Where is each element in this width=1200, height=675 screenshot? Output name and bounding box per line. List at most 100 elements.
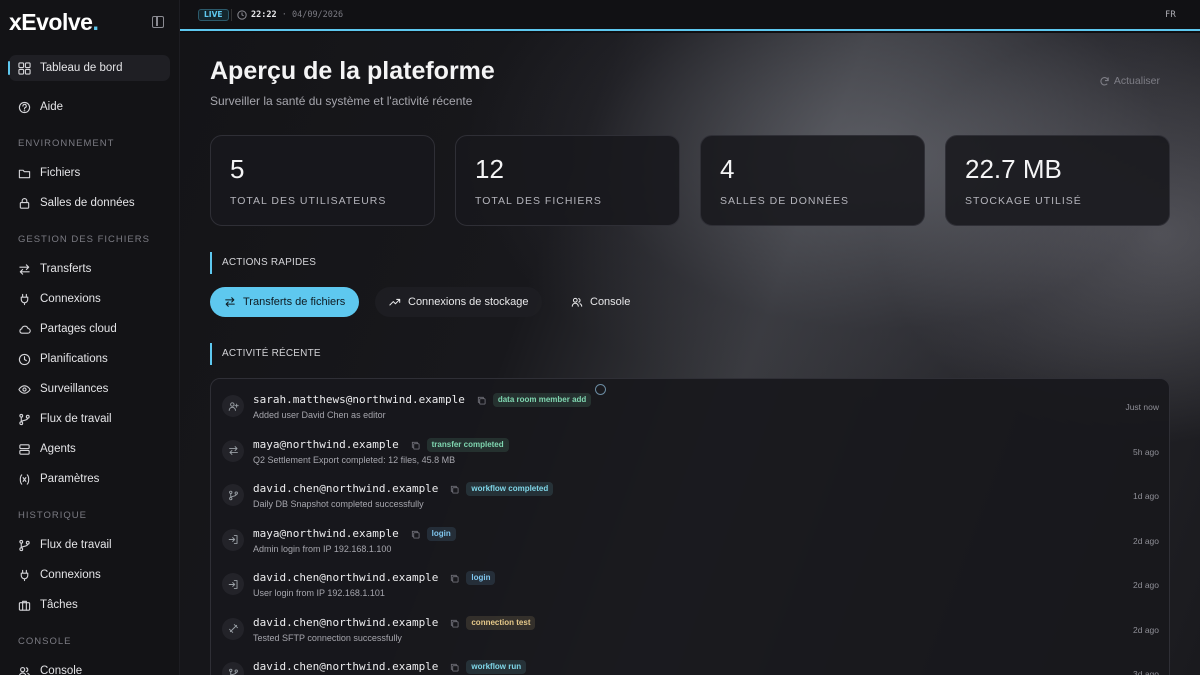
activity-tag: connection test (466, 615, 536, 630)
sidebar-item-label: Surveillances (40, 383, 109, 395)
activity-time: 5h ago (1133, 446, 1159, 457)
activity-row[interactable]: david.chen@northwind.example workflow com… (211, 474, 1169, 518)
cloud-icon (19, 325, 31, 334)
page-title: Aperçu de la plateforme (210, 57, 495, 85)
recent-activity-heading: ACTIVITÉ RÉCENTE (210, 343, 321, 365)
sidebar-item[interactable]: Flux de travail (9, 532, 170, 558)
sidebar-item-label: Fichiers (40, 167, 81, 179)
activity-row[interactable]: david.chen@northwind.example connection t… (211, 608, 1169, 652)
sidebar-item-label: Transferts (40, 263, 92, 275)
workflow-icon (228, 490, 238, 500)
quick-actions-heading: ACTIONS RAPIDES (210, 252, 316, 274)
quick-action-button[interactable]: Connexions de stockage (375, 287, 543, 317)
sidebar-item-1[interactable]: Aide (9, 94, 170, 120)
sidebar-item[interactable]: Fichiers (9, 160, 170, 186)
activity-icon (222, 439, 244, 462)
sidebar-item-0[interactable]: Tableau de bord (8, 55, 170, 81)
sidebar-item-label: Flux de travail (40, 539, 112, 551)
main-content: Aperçu de la plateforme Surveiller la sa… (180, 33, 1200, 675)
activity-icon (222, 395, 244, 417)
workflow-icon (19, 539, 30, 551)
sidebar-item[interactable]: Tâches (9, 592, 170, 618)
activity-tag: workflow completed (466, 482, 554, 496)
sidebar-item[interactable]: Surveillances (9, 376, 170, 402)
activity-description: Q2 Settlement Export completed: 12 files… (253, 454, 456, 465)
sidebar-item-label: Tâches (40, 599, 78, 611)
sidebar-item[interactable]: Connexions (9, 562, 170, 588)
activity-time: Just now (1125, 402, 1159, 412)
quick-action-label: Connexions de stockage (408, 296, 529, 308)
activity-description: Added user David Chen as editor (253, 410, 386, 420)
sidebar-item-label: Partages cloud (40, 323, 117, 335)
stat-value: 22.7 MB (965, 154, 1062, 184)
sidebar-item[interactable]: Flux de travail (9, 406, 170, 432)
quick-action-button[interactable]: Transferts de fichiers (210, 287, 360, 317)
activity-row[interactable]: david.chen@northwind.example workflow run… (211, 652, 1169, 675)
sidebar-item-label: Console (40, 665, 83, 675)
divider (231, 9, 232, 21)
sidebar-item[interactable]: Connexions (9, 286, 170, 312)
quick-action-label: Console (590, 296, 631, 308)
stat-label: TOTAL DES FICHIERS (475, 195, 602, 207)
live-badge: LIVE (198, 9, 229, 21)
language-switch[interactable]: FR (1165, 10, 1176, 20)
stat-label: TOTAL DES UTILISATEURS (230, 195, 387, 207)
activity-user: david.chen@northwind.example (253, 571, 439, 584)
sidebar-section-title: CONSOLE (18, 636, 72, 647)
arrows-swap-icon (19, 263, 30, 275)
copy-icon[interactable] (411, 530, 420, 539)
activity-tag: data room member add (492, 393, 592, 407)
refresh-button[interactable]: Actualiser (1099, 75, 1160, 87)
sidebar-item[interactable]: Salles de données (9, 190, 170, 216)
activity-icon (222, 617, 244, 640)
sidebar-item[interactable]: Paramètres (9, 466, 170, 492)
sidebar-item[interactable]: Transferts (9, 256, 170, 282)
trend-up-icon (389, 298, 401, 306)
activity-row[interactable]: david.chen@northwind.example login User lo… (211, 563, 1169, 607)
page-subtitle: Surveiller la santé du système et l'acti… (210, 94, 473, 108)
stat-value: 4 (720, 154, 735, 184)
activity-list: sarah.matthews@northwind.example data roo… (210, 378, 1170, 675)
copy-icon[interactable] (450, 574, 459, 583)
sidebar-item[interactable]: Planifications (9, 346, 170, 372)
activity-time: 2d ago (1133, 624, 1159, 635)
activity-tag: workflow run (466, 660, 527, 674)
sidebar-item[interactable]: Console (9, 658, 170, 675)
sidebar-item-label: Connexions (40, 293, 101, 305)
sidebar-item[interactable]: Partages cloud (9, 316, 170, 342)
activity-time: 2d ago (1133, 535, 1159, 546)
quick-action-button[interactable]: Console (557, 287, 644, 317)
arrows-swap-icon (228, 446, 238, 455)
activity-user: david.chen@northwind.example (253, 615, 439, 629)
activity-row[interactable]: maya@northwind.example login Admin login f… (211, 519, 1169, 563)
activity-icon (222, 662, 244, 675)
sidebar-section-title: ENVIRONNEMENT (18, 138, 115, 149)
sidebar-collapse-icon[interactable] (152, 16, 164, 28)
activity-tag: login (426, 526, 456, 541)
activity-description: User login from IP 192.168.1.101 (253, 588, 385, 598)
lock-icon (19, 197, 30, 209)
copy-icon[interactable] (450, 619, 459, 628)
activity-icon (222, 528, 244, 551)
arrows-swap-icon (225, 297, 235, 307)
activity-row[interactable]: sarah.matthews@northwind.example data roo… (211, 385, 1169, 429)
brand-logo[interactable]: xEvolve. (9, 9, 99, 36)
refresh-label: Actualiser (1113, 75, 1160, 87)
activity-user: sarah.matthews@northwind.example (253, 393, 465, 406)
users-icon (18, 666, 31, 675)
sidebar-item-label: Tableau de bord (40, 62, 123, 74)
copy-icon[interactable] (450, 485, 459, 494)
activity-row[interactable]: maya@northwind.example transfer completed… (211, 430, 1169, 474)
copy-icon[interactable] (477, 396, 486, 405)
variable-icon (19, 473, 30, 485)
briefcase-icon (18, 600, 31, 611)
quick-action-label: Transferts de fichiers (243, 296, 346, 308)
activity-time: 3d ago (1133, 669, 1159, 675)
copy-icon[interactable] (450, 663, 459, 672)
refresh-icon (1100, 76, 1109, 85)
activity-tag: transfer completed (426, 437, 509, 452)
stat-card: 4 SALLES DE DONNÉES (700, 135, 925, 226)
sidebar-item[interactable]: Agents (9, 436, 170, 462)
activity-user: maya@northwind.example (253, 437, 399, 451)
copy-icon[interactable] (411, 441, 420, 450)
